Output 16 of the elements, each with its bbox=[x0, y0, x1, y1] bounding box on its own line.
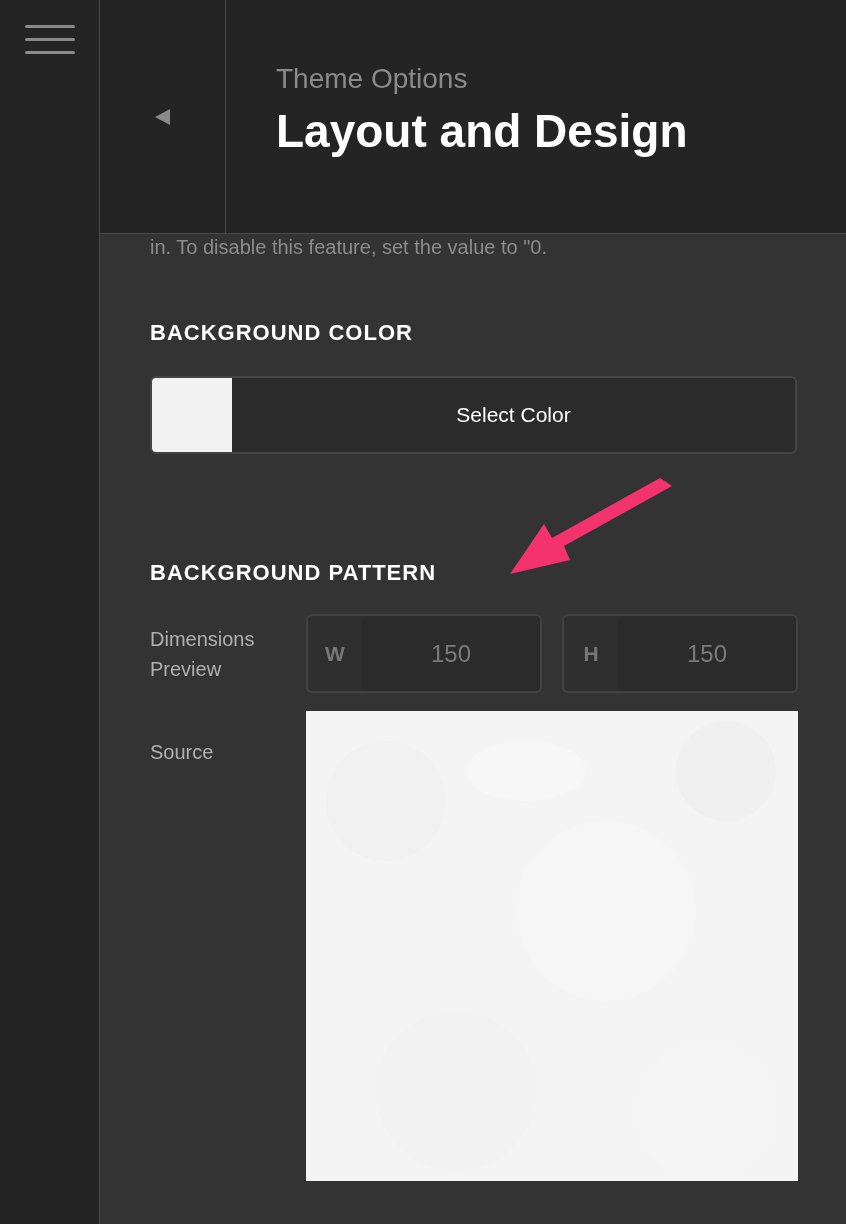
field-prefix: H bbox=[582, 640, 600, 667]
dimension-field[interactable]: W 150 bbox=[306, 614, 542, 693]
dimension-field[interactable]: H 150 bbox=[562, 614, 798, 693]
back-arrow-icon bbox=[154, 108, 171, 125]
dimension-input[interactable]: 150 bbox=[618, 616, 796, 691]
select-color-button[interactable]: Select Color bbox=[150, 376, 797, 454]
source-label: Source bbox=[150, 740, 215, 765]
menu-icon bbox=[24, 25, 75, 55]
dimensions-label: Dimensions Preview bbox=[150, 627, 256, 682]
header-subtitle: Theme Options bbox=[276, 62, 469, 96]
section-heading: BACKGROUND COLOR bbox=[150, 320, 414, 346]
section-heading: BACKGROUND PATTERN bbox=[150, 560, 438, 586]
dimension-input[interactable]: 150 bbox=[362, 616, 540, 691]
field-prefix: W bbox=[324, 640, 346, 667]
description-text: in. To disable this feature, set the value to "0. bbox=[150, 236, 548, 258]
header-title: Layout and Design bbox=[276, 104, 688, 159]
